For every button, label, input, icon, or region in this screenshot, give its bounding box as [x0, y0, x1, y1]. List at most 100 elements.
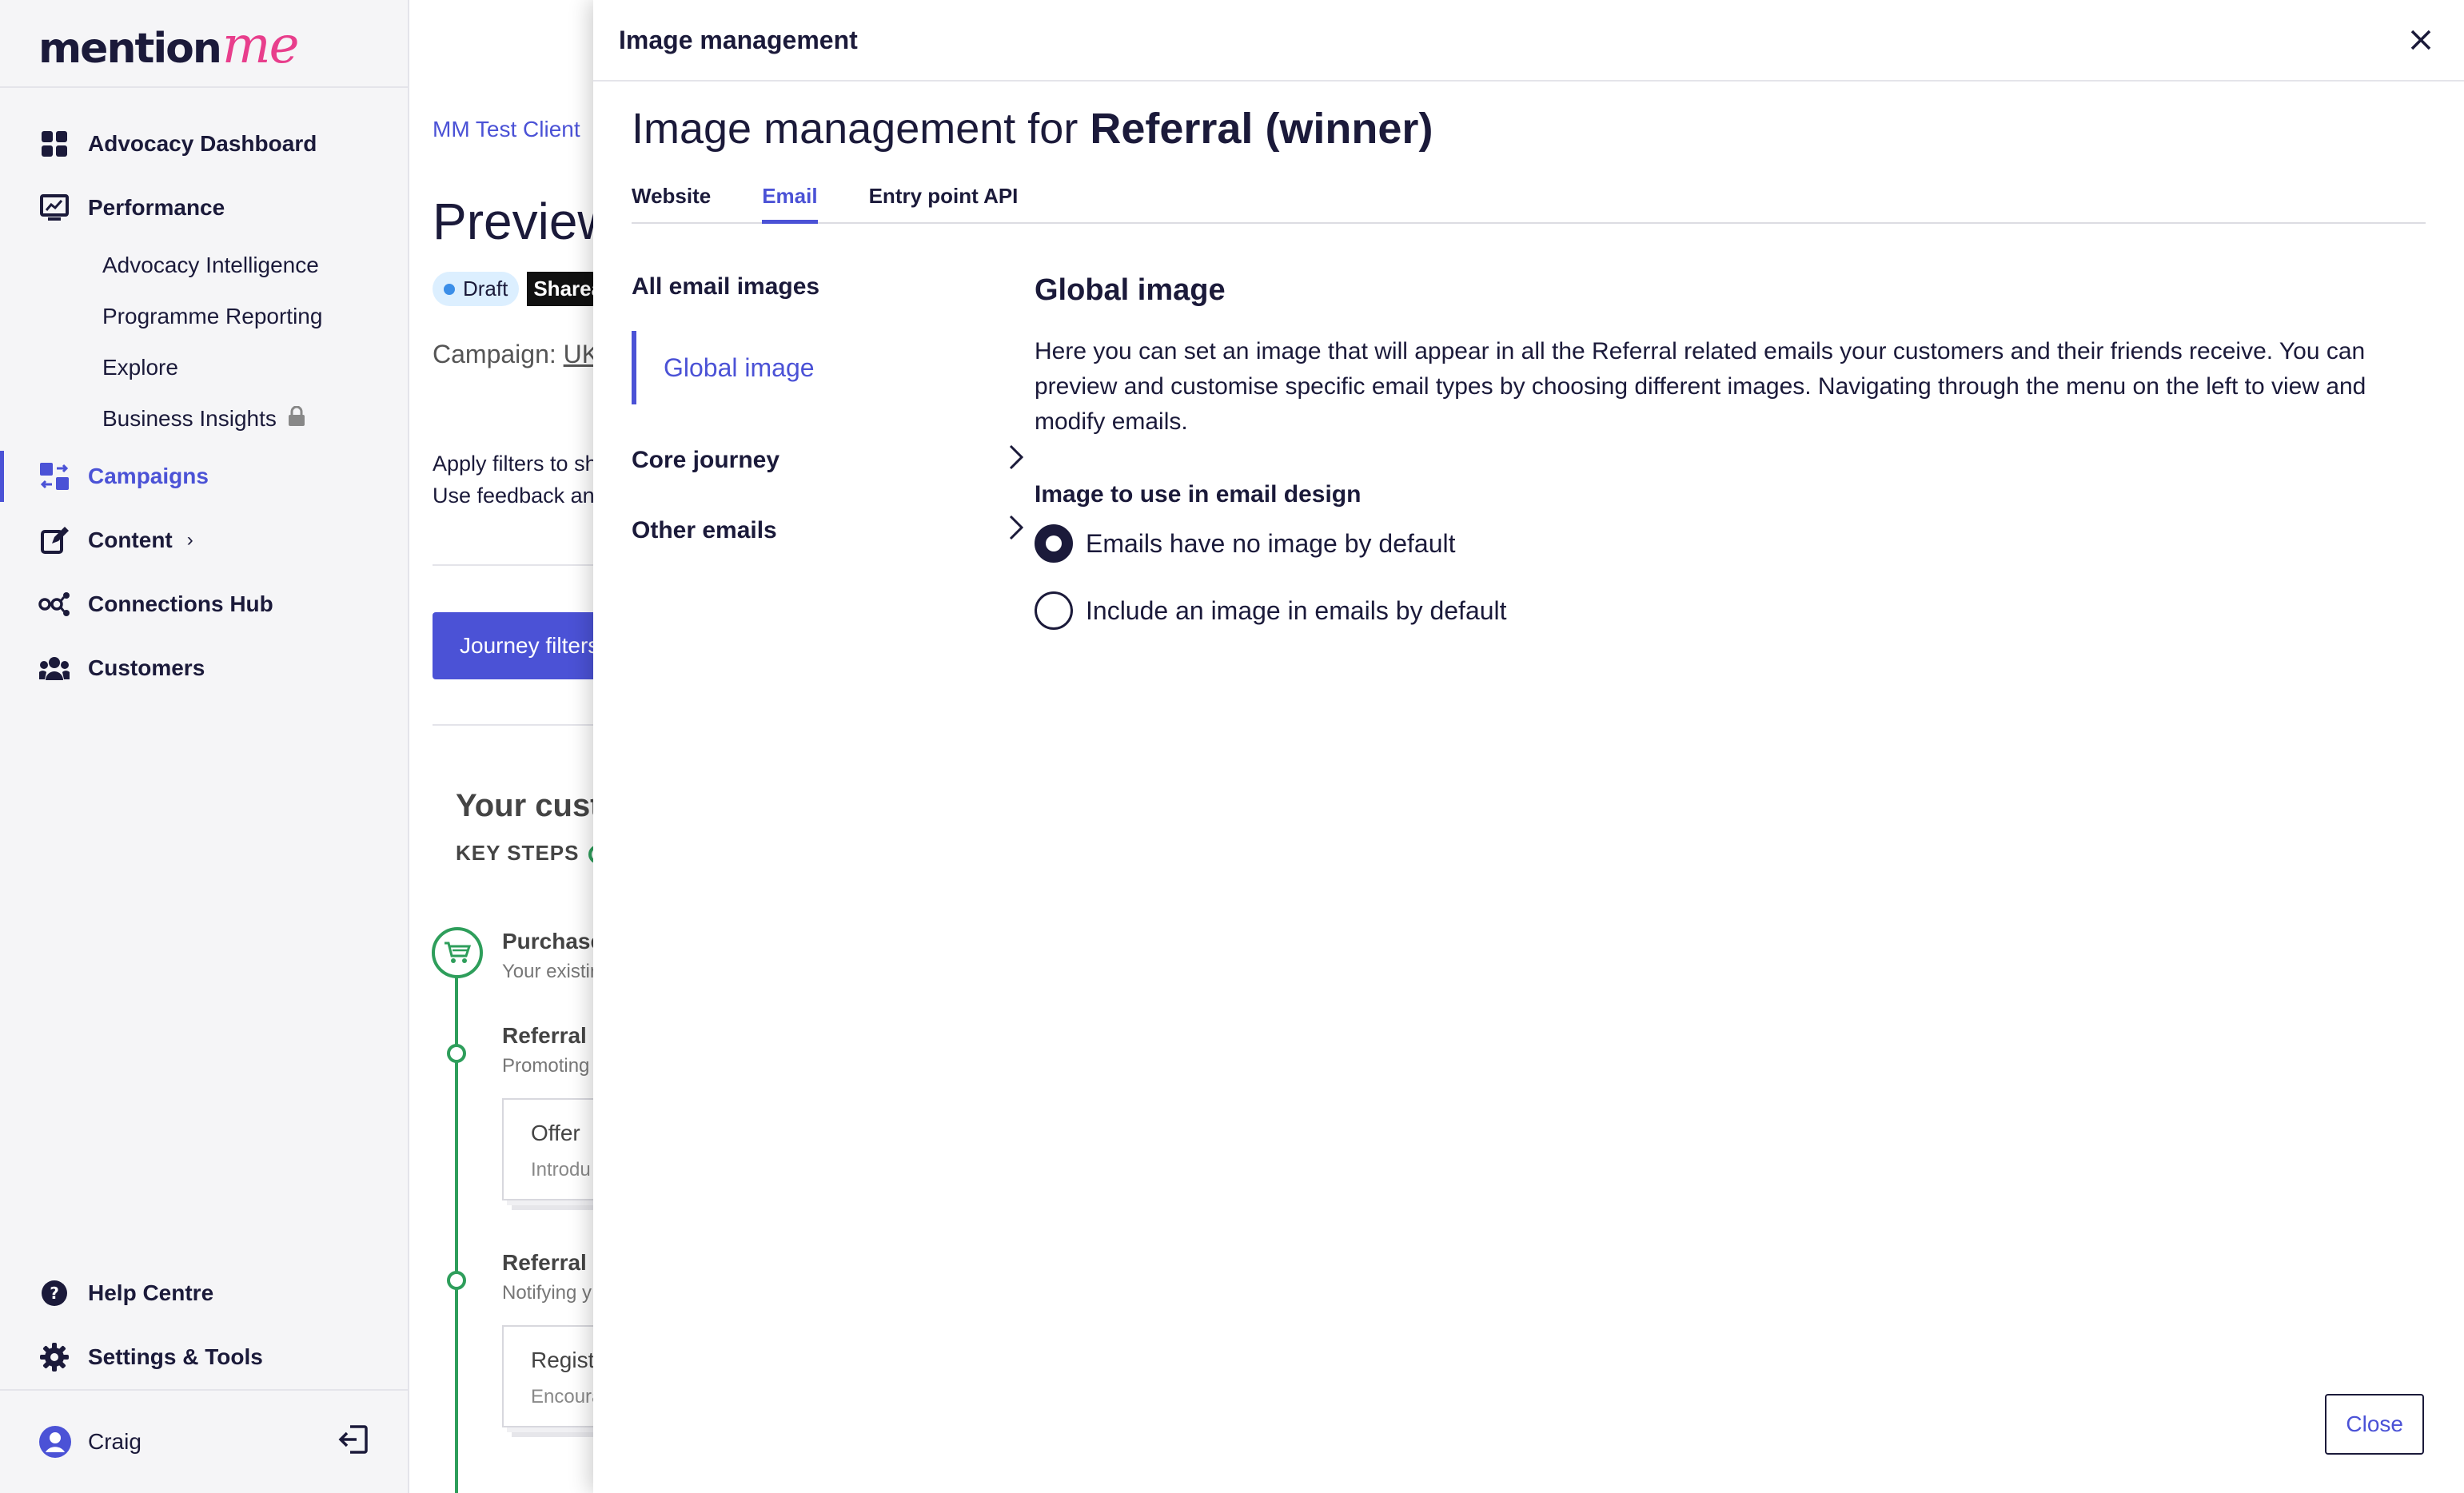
user-profile-row[interactable]: Craig — [0, 1389, 408, 1493]
gear-icon — [38, 1341, 70, 1373]
menu-label: Core journey — [632, 447, 780, 473]
step-subtitle: Promoting — [502, 1055, 590, 1077]
filters-line-1: Apply filters to sh — [433, 452, 597, 476]
page-title: Preview — [433, 193, 615, 250]
sidebar-bottom: ? Help Centre Settings & Tools Craig — [0, 1261, 408, 1493]
radio-inner-dot — [1046, 535, 1062, 551]
customers-group-icon — [38, 652, 70, 684]
radio-option-include-image[interactable]: Include an image in emails by default — [1035, 577, 2426, 644]
nav-advocacy-dashboard[interactable]: Advocacy Dashboard — [0, 112, 408, 176]
pane-description: Here you can set an image that will appe… — [1035, 338, 2366, 435]
edit-pencil-icon — [38, 524, 70, 556]
user-avatar-icon — [38, 1425, 72, 1459]
drawer-header: Image management — [593, 0, 2464, 82]
nav-label: Campaigns — [88, 464, 209, 488]
step-subtitle: Notifying y — [502, 1282, 592, 1304]
logout-icon[interactable] — [337, 1423, 369, 1461]
logo-word-me: me — [221, 16, 300, 75]
close-button[interactable]: Close — [2325, 1394, 2424, 1455]
global-image-pane: Global image Here you can set an image t… — [1025, 273, 2426, 644]
tab-bar: Website Email Entry point API — [632, 179, 2426, 224]
nav-connections-hub[interactable]: Connections Hub — [0, 572, 408, 636]
timeline-dot — [447, 1271, 466, 1290]
filters-line-2: Use feedback an — [433, 484, 595, 508]
nav-label: Programme Reporting — [102, 304, 323, 328]
radio-option-no-image[interactable]: Emails have no image by default — [1035, 510, 2426, 577]
chevron-right-icon — [1007, 514, 1025, 547]
step-subtitle: Your existin — [502, 961, 601, 982]
nav-campaigns[interactable]: Campaigns — [0, 444, 408, 508]
user-name: Craig — [88, 1429, 142, 1454]
badge-label: Draft — [463, 277, 508, 301]
logo-bar: mention me — [0, 0, 408, 88]
title-prefix: Image management for — [632, 105, 1078, 153]
close-icon[interactable] — [2403, 22, 2438, 58]
nav-performance[interactable]: Performance — [0, 176, 408, 240]
campaigns-icon — [38, 460, 70, 492]
nav-label: Explore — [102, 355, 178, 380]
campaign-label: Campaign: — [433, 340, 556, 368]
status-dot-icon — [444, 283, 455, 295]
campaign-line: Campaign: UK — [433, 340, 599, 369]
chevron-right-icon — [1007, 444, 1025, 477]
nav-label: Connections Hub — [88, 591, 273, 616]
menu-label: Other emails — [632, 517, 777, 543]
nav-label: Advocacy Dashboard — [88, 131, 317, 156]
image-management-drawer: Image management Image management for Re… — [593, 0, 2464, 1493]
lock-icon — [288, 405, 305, 432]
tab-website[interactable]: Website — [632, 179, 711, 222]
main-nav: Advocacy Dashboard Performance Advocacy … — [0, 88, 408, 700]
radio-label: Include an image in emails by default — [1086, 595, 1507, 625]
step-title: Referral e — [502, 1250, 606, 1275]
svg-text:?: ? — [50, 1284, 59, 1303]
nav-label: Settings & Tools — [88, 1344, 263, 1369]
nav-explore[interactable]: Explore — [0, 342, 408, 393]
nav-customers[interactable]: Customers — [0, 636, 408, 700]
tab-email[interactable]: Email — [762, 179, 818, 224]
breadcrumb[interactable]: MM Test Client — [433, 117, 580, 142]
mention-me-logo[interactable]: mention me — [38, 16, 408, 75]
nav-label: Help Centre — [88, 1280, 214, 1305]
chart-board-icon — [38, 192, 70, 224]
chevron-right-icon: › — [186, 529, 193, 551]
nav-advocacy-intelligence[interactable]: Advocacy Intelligence — [0, 240, 408, 291]
email-images-menu: All email images Global image Core journ… — [632, 273, 1025, 644]
step-title: Referral c — [502, 1023, 606, 1048]
timeline-line — [455, 951, 458, 1493]
nav-settings-tools[interactable]: Settings & Tools — [0, 1325, 408, 1389]
sidebar: mention me Advocacy Dashboard Performanc… — [0, 0, 409, 1493]
nav-help-centre[interactable]: ? Help Centre — [0, 1261, 408, 1325]
nav-label: Customers — [88, 655, 205, 680]
dashboard-grid-icon — [38, 128, 70, 160]
tab-entry-point-api[interactable]: Entry point API — [869, 179, 1019, 222]
nav-programme-reporting[interactable]: Programme Reporting — [0, 291, 408, 342]
pane-title: Global image — [1035, 273, 1226, 307]
filters-description: Apply filters to sh Use feedback an — [433, 448, 597, 512]
logo-word-mention: mention — [38, 25, 222, 73]
timeline-dot — [447, 1044, 466, 1063]
drawer-body: Image management for Referral (winner) W… — [593, 82, 2464, 644]
nav-business-insights[interactable]: Business Insights — [0, 393, 408, 444]
drawer-main-title: Image management for Referral (winner) — [632, 104, 2426, 153]
menu-global-image[interactable]: Global image — [632, 331, 1025, 404]
nav-content[interactable]: Content › — [0, 508, 408, 572]
nav-label: Content — [88, 528, 173, 552]
connections-icon — [38, 588, 70, 620]
nav-label: Business Insights — [102, 406, 277, 431]
drawer-header-title: Image management — [619, 25, 858, 54]
help-circle-icon: ? — [38, 1277, 70, 1309]
step-title: Purchase — [502, 929, 604, 954]
shopping-cart-icon — [432, 927, 483, 978]
menu-all-email-images[interactable]: All email images — [632, 273, 1025, 313]
key-steps-text: KEY STEPS — [456, 841, 580, 865]
drawer-content: All email images Global image Core journ… — [632, 273, 2426, 644]
nav-label: Performance — [88, 195, 225, 220]
radio-button[interactable] — [1035, 591, 1073, 630]
menu-other-emails[interactable]: Other emails — [632, 496, 1025, 566]
menu-core-journey[interactable]: Core journey — [632, 425, 1025, 496]
image-option-label: Image to use in email design — [1035, 481, 1362, 508]
key-steps-label: KEY STEPS — [456, 841, 608, 866]
status-badge-draft: Draft — [433, 272, 520, 306]
title-campaign-name: Referral (winner) — [1090, 105, 1433, 153]
radio-button-checked[interactable] — [1035, 524, 1073, 563]
